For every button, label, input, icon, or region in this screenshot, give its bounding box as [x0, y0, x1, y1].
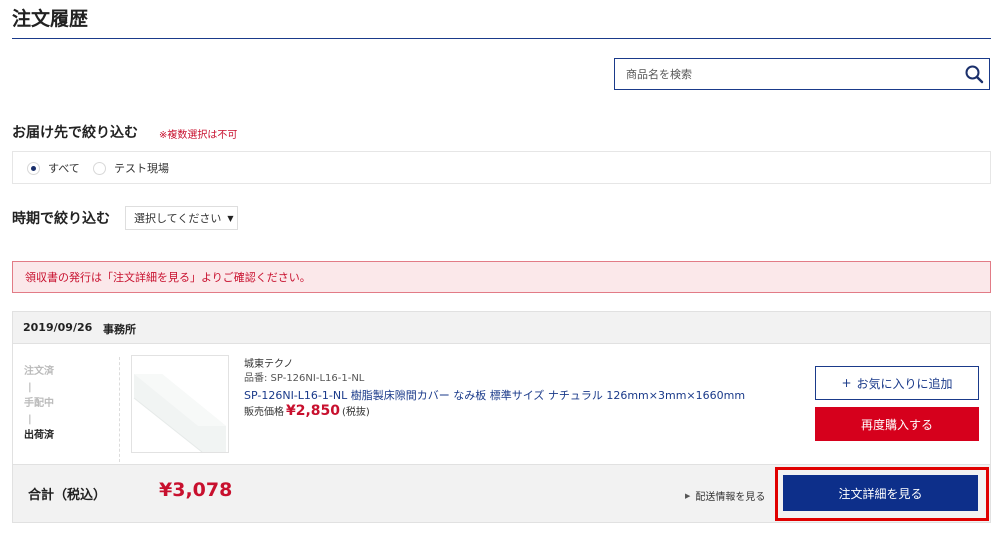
order-location: 事務所	[103, 323, 136, 336]
status-step-shipped: 出荷済	[24, 430, 54, 441]
status-step-ordered: 注文済	[24, 366, 54, 377]
page-title: 注文履歴	[12, 8, 89, 30]
order-date: 2019/09/26	[23, 321, 93, 334]
order-status-steps: 注文済 | 手配中 | 出荷済	[24, 364, 119, 444]
product-name-link[interactable]: SP-126NI-L16-1-NL 樹脂製床隙間カバー なみ板 標準サイズ ナチ…	[244, 387, 745, 403]
status-step-separator: |	[28, 414, 32, 425]
radio-unselected-icon	[93, 161, 106, 175]
period-select[interactable]: 選択してください ▼	[125, 206, 238, 230]
radio-label-all: すべて	[48, 162, 80, 175]
caret-down-icon: ▼	[227, 213, 234, 223]
search-input[interactable]	[615, 59, 977, 89]
total-value: ¥3,078	[159, 479, 233, 501]
period-select-value: 選択してください	[134, 212, 222, 225]
detail-button-highlight: 注文詳細を見る	[775, 467, 989, 521]
add-favorite-label: お気に入りに追加	[856, 376, 953, 391]
price-label: 販売価格	[244, 407, 284, 418]
shipping-info-link[interactable]: ▶ 配送情報を見る	[685, 488, 766, 504]
search-icon[interactable]	[963, 63, 985, 85]
destination-filter-title: お届け先で絞り込む	[12, 125, 138, 141]
status-divider	[119, 357, 120, 462]
status-step-separator: |	[28, 382, 32, 393]
search-box	[614, 58, 990, 90]
order-footer: 合計（税込） ¥3,078 ▶ 配送情報を見る 注文詳細を見る	[13, 464, 990, 522]
radio-label-test-site: テスト現場	[114, 162, 169, 175]
order-header: 2019/09/26 事務所	[13, 312, 990, 344]
title-divider	[12, 38, 991, 39]
radio-selected-icon	[27, 161, 40, 175]
plus-icon: +	[841, 376, 852, 390]
total-label: 合計（税込）	[28, 488, 107, 503]
price-value: ¥2,850	[286, 403, 341, 419]
product-maker: 城東テクノ	[244, 359, 294, 370]
add-favorite-button[interactable]: + お気に入りに追加	[815, 366, 979, 400]
triangle-right-icon: ▶	[685, 491, 691, 500]
receipt-notice: 領収書の発行は「注文詳細を見る」よりご確認ください。	[12, 261, 991, 293]
status-step-arranging: 手配中	[24, 398, 54, 409]
destination-radio-group: すべて テスト現場	[12, 151, 991, 184]
product-thumbnail[interactable]	[131, 355, 229, 453]
radio-option-all[interactable]: すべて	[27, 160, 80, 176]
destination-filter-note: ※複数選択は不可	[159, 130, 238, 141]
order-detail-button[interactable]: 注文詳細を見る	[783, 475, 978, 511]
next-order-edge	[12, 527, 991, 534]
radio-option-test-site[interactable]: テスト現場	[93, 160, 169, 176]
price-tax-note: (税抜)	[342, 407, 370, 418]
order-card: 2019/09/26 事務所 注文済 | 手配中 | 出荷済 城東テクノ 品番:…	[12, 311, 991, 523]
shipping-info-label: 配送情報を見る	[695, 492, 766, 503]
period-filter-title: 時期で絞り込む	[12, 211, 110, 227]
product-price: 販売価格 ¥2,850 (税抜)	[244, 403, 370, 419]
receipt-notice-text: 領収書の発行は「注文詳細を見る」よりご確認ください。	[25, 271, 311, 284]
rebuy-button[interactable]: 再度購入する	[815, 407, 979, 441]
product-code: 品番: SP-126NI-L16-1-NL	[244, 373, 365, 384]
